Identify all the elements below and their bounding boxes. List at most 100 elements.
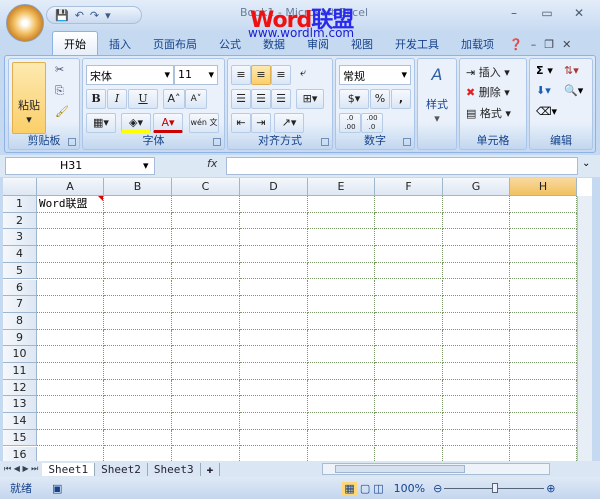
- paste-button[interactable]: 粘贴 ▾: [12, 62, 46, 134]
- find-select-button[interactable]: 🔍▾: [564, 84, 583, 97]
- cell-H9[interactable]: [510, 329, 577, 347]
- cell-B9[interactable]: [104, 329, 172, 347]
- tab-developer[interactable]: 开发工具: [384, 32, 450, 56]
- select-all-corner[interactable]: [3, 178, 37, 196]
- cell-B16[interactable]: [104, 446, 172, 461]
- cell-D4[interactable]: [240, 246, 308, 263]
- cell-D13[interactable]: [240, 396, 308, 414]
- row-header-3[interactable]: 3: [3, 229, 37, 247]
- cell-A7[interactable]: [37, 296, 104, 313]
- align-right-button[interactable]: ☰: [271, 89, 291, 109]
- percent-button[interactable]: %: [370, 89, 390, 109]
- cell-F11[interactable]: [375, 363, 443, 380]
- dialog-launcher-icon[interactable]: [321, 138, 329, 146]
- decrease-decimal-button[interactable]: .00 .0: [361, 113, 383, 133]
- tab-formulas[interactable]: 公式: [208, 32, 252, 56]
- styles-button[interactable]: A 样式 ▾: [417, 58, 457, 150]
- cell-A3[interactable]: [37, 229, 104, 247]
- page-layout-view-icon[interactable]: ▢: [360, 482, 370, 495]
- cell-G1[interactable]: [443, 196, 510, 213]
- cell-C4[interactable]: [172, 246, 240, 263]
- cell-A15[interactable]: [37, 429, 104, 447]
- cell-B2[interactable]: [104, 212, 172, 230]
- cell-E3[interactable]: [308, 229, 375, 247]
- cell-D2[interactable]: [240, 212, 308, 230]
- cell-F13[interactable]: [375, 396, 443, 414]
- cell-E16[interactable]: [308, 446, 375, 461]
- row-header-6[interactable]: 6: [3, 279, 37, 297]
- cell-H6[interactable]: [510, 279, 577, 297]
- cell-F16[interactable]: [375, 446, 443, 461]
- cell-D15[interactable]: [240, 429, 308, 447]
- format-painter-icon[interactable]: 🖌: [55, 105, 69, 118]
- maximize-button[interactable]: ▭: [538, 6, 556, 20]
- cell-G14[interactable]: [443, 413, 510, 430]
- sort-filter-button[interactable]: ⇅▾: [564, 64, 579, 77]
- cell-G6[interactable]: [443, 279, 510, 297]
- row-header-2[interactable]: 2: [3, 212, 37, 230]
- cell-D12[interactable]: [240, 379, 308, 397]
- row-header-12[interactable]: 12: [3, 379, 37, 397]
- comma-button[interactable]: ,: [391, 89, 411, 109]
- tab-home[interactable]: 开始: [52, 31, 98, 56]
- align-left-button[interactable]: ☰: [231, 89, 251, 109]
- cell-D14[interactable]: [240, 413, 308, 430]
- align-bottom-button[interactable]: ≡: [271, 65, 291, 85]
- cell-H2[interactable]: [510, 212, 577, 230]
- row-header-14[interactable]: 14: [3, 413, 37, 430]
- cell-C11[interactable]: [172, 363, 240, 380]
- cell-D7[interactable]: [240, 296, 308, 313]
- row-header-15[interactable]: 15: [3, 429, 37, 447]
- cell-G9[interactable]: [443, 329, 510, 347]
- column-header-G[interactable]: G: [443, 178, 510, 196]
- cell-C14[interactable]: [172, 413, 240, 430]
- align-middle-button[interactable]: ≡: [251, 65, 271, 85]
- cell-G16[interactable]: [443, 446, 510, 461]
- office-button[interactable]: [6, 4, 44, 42]
- increase-indent-button[interactable]: ⇥: [251, 113, 271, 133]
- grow-font-button[interactable]: A˄: [163, 89, 185, 109]
- align-top-button[interactable]: ≡: [231, 65, 251, 85]
- cell-H13[interactable]: [510, 396, 577, 414]
- insert-cells-button[interactable]: ⇥ 插入 ▾: [466, 64, 510, 80]
- cell-F9[interactable]: [375, 329, 443, 347]
- cell-C3[interactable]: [172, 229, 240, 247]
- cell-A5[interactable]: [37, 262, 104, 280]
- cell-C16[interactable]: [172, 446, 240, 461]
- clear-button[interactable]: ⌫▾: [536, 105, 557, 118]
- close-button[interactable]: ✕: [570, 6, 588, 20]
- cell-B8[interactable]: [104, 312, 172, 330]
- cell-E6[interactable]: [308, 279, 375, 297]
- expand-formula-bar-icon[interactable]: ⌄: [582, 158, 590, 169]
- cell-B11[interactable]: [104, 363, 172, 380]
- row-header-1[interactable]: 1: [3, 196, 37, 213]
- cell-G4[interactable]: [443, 246, 510, 263]
- cell-F5[interactable]: [375, 262, 443, 280]
- name-box[interactable]: H31 ▾: [5, 157, 155, 175]
- cell-C12[interactable]: [172, 379, 240, 397]
- cell-G10[interactable]: [443, 346, 510, 363]
- cell-B1[interactable]: [104, 196, 172, 213]
- cell-F7[interactable]: [375, 296, 443, 313]
- wrap-text-icon[interactable]: ⤶: [300, 66, 306, 80]
- cell-B6[interactable]: [104, 279, 172, 297]
- cell-C1[interactable]: [172, 196, 240, 213]
- cell-H8[interactable]: [510, 312, 577, 330]
- cell-B4[interactable]: [104, 246, 172, 263]
- cell-E7[interactable]: [308, 296, 375, 313]
- cell-A2[interactable]: [37, 212, 104, 230]
- cell-E8[interactable]: [308, 312, 375, 330]
- cell-A9[interactable]: [37, 329, 104, 347]
- font-color-button[interactable]: A▾: [153, 113, 183, 133]
- row-header-10[interactable]: 10: [3, 346, 37, 363]
- cell-B7[interactable]: [104, 296, 172, 313]
- cell-F15[interactable]: [375, 429, 443, 447]
- zoom-in-icon[interactable]: ⊕: [546, 482, 555, 495]
- cell-F4[interactable]: [375, 246, 443, 263]
- tab-addins[interactable]: 加载项: [450, 32, 505, 56]
- cell-F14[interactable]: [375, 413, 443, 430]
- cell-C6[interactable]: [172, 279, 240, 297]
- italic-button[interactable]: I: [107, 89, 127, 109]
- orientation-button[interactable]: ↗▾: [274, 113, 304, 133]
- doc-minimize-icon[interactable]: –: [531, 38, 537, 51]
